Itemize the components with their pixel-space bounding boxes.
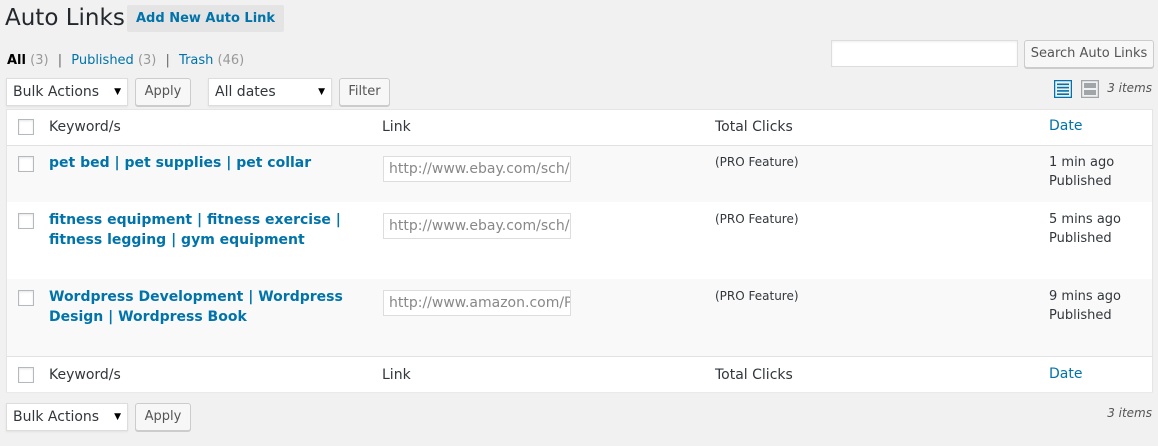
filter-all-link[interactable]: All [7, 53, 26, 68]
table-header-row: Keyword/s Link Total Clicks Date [7, 110, 1152, 146]
link-url-field[interactable]: http://www.ebay.com/sch/i [383, 156, 571, 182]
items-count-bottom: 3 items [1107, 406, 1152, 420]
select-all-checkbox[interactable] [18, 367, 34, 383]
search-auto-links-button[interactable]: Search Auto Links [1024, 40, 1154, 68]
date-value: 1 min ago [1049, 155, 1115, 170]
filter-published-link[interactable]: Published [71, 53, 134, 68]
list-view-icon[interactable] [1054, 80, 1072, 98]
table-row: fitness equipment | fitness exercise | f… [7, 202, 1152, 279]
column-footer-total-clicks: Total Clicks [715, 367, 793, 383]
column-header-total-clicks: Total Clicks [715, 119, 793, 135]
table-row: pet bed | pet supplies | pet collar http… [7, 146, 1152, 202]
search-input[interactable] [831, 40, 1018, 67]
column-header-link: Link [382, 119, 411, 135]
chevron-down-icon: ▼ [114, 412, 121, 422]
status-value: Published [1049, 174, 1112, 189]
link-url-field[interactable]: http://www.ebay.com/sch/i [383, 213, 571, 239]
table-footer-row: Keyword/s Link Total Clicks Date [7, 356, 1152, 392]
select-all-checkbox[interactable] [18, 119, 34, 135]
filter-separator: | [57, 53, 63, 68]
bulk-actions-select[interactable]: Bulk Actions ▼ [6, 78, 128, 106]
link-url-field[interactable]: http://www.amazon.com/Pr [383, 290, 571, 316]
items-count: 3 items [1107, 81, 1152, 95]
chevron-down-icon: ▼ [318, 87, 325, 97]
row-checkbox[interactable] [18, 290, 34, 306]
keywords-link[interactable]: pet bed | pet supplies | pet collar [49, 153, 361, 173]
dates-select[interactable]: All dates ▼ [208, 78, 332, 106]
apply-button-bottom[interactable]: Apply [135, 403, 191, 431]
filter-button[interactable]: Filter [339, 78, 390, 106]
keywords-link[interactable]: Wordpress Development | Wordpress Design… [49, 287, 361, 327]
total-clicks-value: (PRO Feature) [715, 212, 799, 226]
keywords-link[interactable]: fitness equipment | fitness exercise | f… [49, 210, 361, 250]
status-filter-links: All (3) | Published (3) | Trash (46) [7, 53, 244, 69]
column-footer-keywords: Keyword/s [49, 367, 121, 383]
total-clicks-value: (PRO Feature) [715, 289, 799, 303]
bulk-actions-selected-value: Bulk Actions [13, 409, 100, 425]
column-footer-link: Link [382, 367, 411, 383]
row-checkbox[interactable] [18, 156, 34, 172]
column-header-date-sort-link[interactable]: Date [1049, 118, 1082, 134]
filter-all-count: (3) [30, 53, 49, 68]
bulk-actions-select-bottom[interactable]: Bulk Actions ▼ [6, 403, 128, 431]
total-clicks-value: (PRO Feature) [715, 155, 799, 169]
excerpt-view-icon[interactable] [1081, 80, 1099, 98]
row-checkbox[interactable] [18, 213, 34, 229]
auto-links-table: Keyword/s Link Total Clicks Date pet bed… [6, 109, 1153, 392]
status-value: Published [1049, 231, 1112, 246]
filter-trash-link[interactable]: Trash [179, 53, 213, 68]
chevron-down-icon: ▼ [114, 87, 121, 97]
column-footer-date-sort-link[interactable]: Date [1049, 366, 1082, 382]
page-title: Auto Links [5, 5, 125, 31]
table-row: Wordpress Development | Wordpress Design… [7, 279, 1152, 356]
bulk-actions-selected-value: Bulk Actions [13, 84, 100, 100]
filter-published-count: (3) [137, 53, 157, 68]
date-value: 5 mins ago [1049, 212, 1121, 227]
filter-trash-count: (46) [217, 53, 245, 68]
column-header-keywords: Keyword/s [49, 119, 121, 135]
filter-separator: | [165, 53, 170, 68]
dates-selected-value: All dates [215, 84, 276, 100]
date-value: 9 mins ago [1049, 289, 1121, 304]
add-new-auto-link-button[interactable]: Add New Auto Link [127, 5, 285, 32]
status-value: Published [1049, 308, 1112, 323]
apply-button[interactable]: Apply [135, 78, 191, 106]
